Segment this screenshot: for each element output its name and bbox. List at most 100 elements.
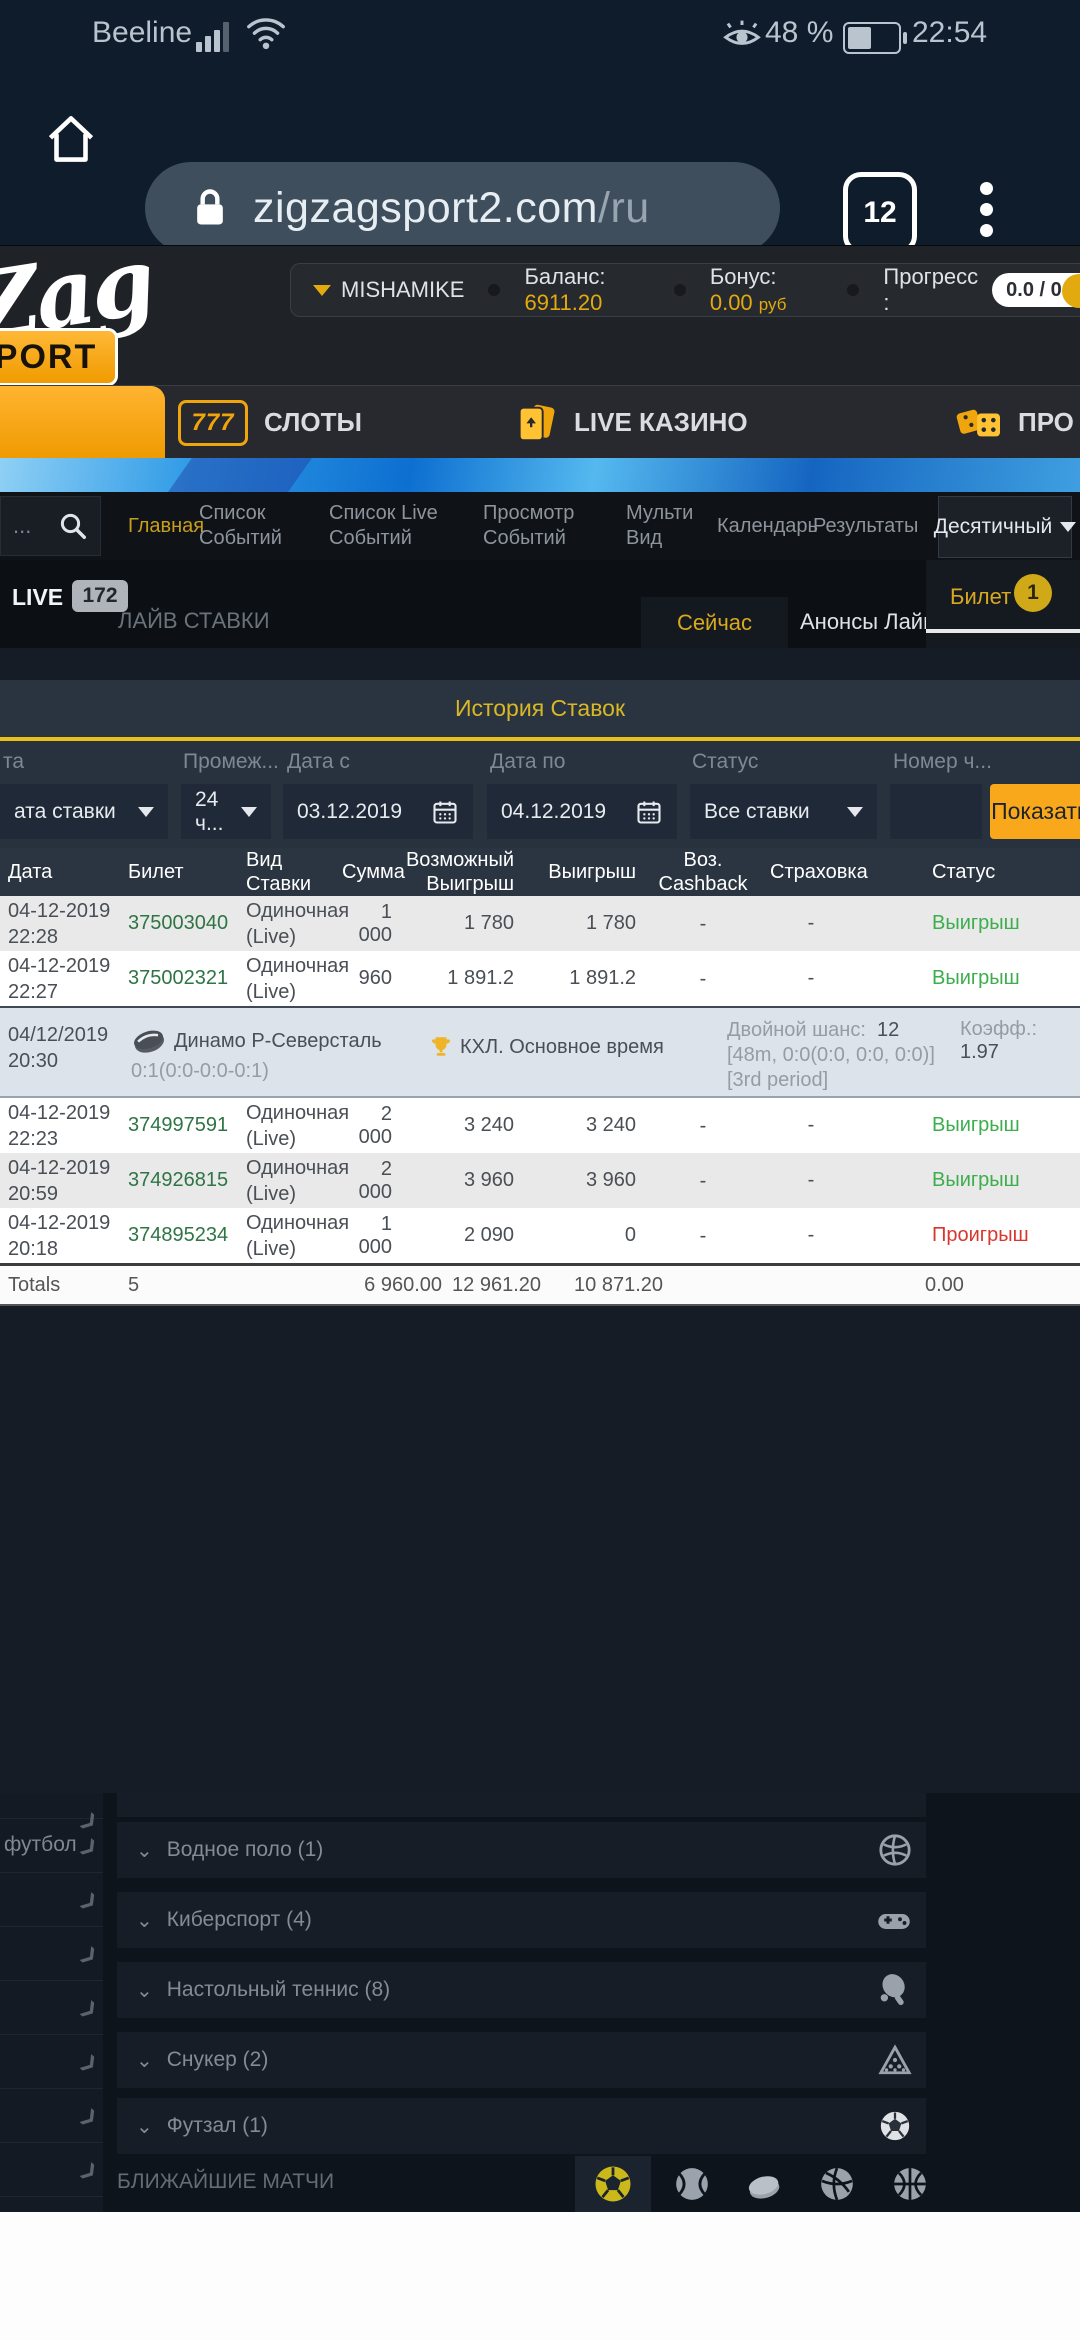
ticket-link[interactable]: 375003040 (120, 912, 238, 935)
dice-icon (956, 402, 1002, 444)
ticket-label: Билет (950, 584, 1011, 610)
date-type-select[interactable]: ата ставки (0, 784, 168, 839)
sport-row-futsal[interactable]: ⌄ Футзал (1) (117, 2098, 926, 2154)
table-header-row: Дата Билет Вид Ставки Сумма Возможный Вы… (0, 848, 1080, 896)
search-input[interactable]: ... (0, 496, 101, 556)
menu-item-calendar[interactable]: Календарь (717, 514, 818, 539)
tab-now[interactable]: Сейчас (641, 597, 788, 648)
ticket-number-input[interactable] (890, 784, 982, 839)
filter-from-label: Дата с (287, 750, 350, 774)
bet-detail-row[interactable]: 04/12/201920:30 Динамо Р-Северсталь 0:1(… (0, 1006, 1080, 1098)
signal-icon (196, 22, 229, 52)
page-title: История Ставок (455, 695, 625, 722)
carrier-label: Beeline (92, 16, 192, 50)
odds-format-select[interactable]: Десятичный (938, 496, 1072, 558)
sport-filter-tennis[interactable] (673, 2165, 711, 2203)
upcoming-matches-label: БЛИЖАЙШИЕ МАТЧИ (117, 2170, 334, 2194)
sports-sidebar: ❯ футбол❯ ❯ ❯ ❯ ❯ ❯ ❯ (0, 1793, 103, 2212)
url-text: zigzagsport2.com/ru (253, 184, 650, 233)
site-header: Zag PORT MISHAMIKE Баланс: 6911.20 Бонус… (0, 245, 1080, 386)
search-icon (58, 511, 88, 541)
sidebar-item[interactable]: ❯ (0, 2089, 103, 2143)
wifi-icon (244, 14, 288, 52)
table-tennis-icon (878, 1973, 912, 2007)
sidebar-item[interactable]: ❯ (0, 1981, 103, 2035)
account-menu[interactable]: MISHAMIKE (313, 277, 464, 303)
chevron-down-icon (138, 807, 154, 817)
history-filters: та Промеж... Дата с Дата по Статус Номер… (0, 741, 1080, 848)
filter-to-label: Дата по (490, 750, 565, 774)
chevron-down-icon: ⌄ (136, 1838, 153, 1863)
sport-row-esports[interactable]: ⌄ Киберспорт (4) (117, 1892, 926, 1948)
sidebar-item[interactable]: ❯ (0, 1793, 103, 1819)
filter-number-label: Номер ч... (893, 750, 992, 774)
bonus-label: Бонус: 0.00 руб (710, 264, 824, 316)
clock-label: 22:54 (912, 16, 987, 50)
username-label: MISHAMIKE (341, 277, 464, 303)
account-bar: MISHAMIKE Баланс: 6911.20 Бонус: 0.00 ру… (290, 263, 1080, 317)
menu-item-live-event-list[interactable]: Список Live Событий (329, 501, 454, 551)
active-nav-tab[interactable] (0, 386, 165, 459)
live-bets-toolbar: LIVE 172 ЛАЙВ СТАВКИ Сейчас Анонсы Лайв … (0, 560, 1080, 648)
sidebar-item[interactable]: ❯ (0, 2035, 103, 2089)
home-icon[interactable] (42, 110, 100, 168)
sport-filter-hockey[interactable] (745, 2171, 783, 2203)
chevron-down-icon (241, 807, 257, 817)
sidebar-item-football[interactable]: футбол❯ (0, 1819, 103, 1873)
menu-item-event-view[interactable]: Просмотр Событий (483, 501, 598, 551)
sidebar-item[interactable]: ❯ (0, 2143, 103, 2197)
status-select[interactable]: Все ставки (690, 784, 877, 839)
battery-icon (843, 22, 901, 54)
android-navigation-bar (0, 2212, 1080, 2340)
nav-item-promo[interactable]: ПРО (956, 386, 1074, 459)
filter-date-label: та (3, 750, 24, 774)
date-from-input[interactable]: 03.12.2019 (283, 784, 473, 839)
ticket-link[interactable]: 375002321 (120, 967, 238, 990)
tab-live-announcements[interactable]: Анонсы Лайв (800, 609, 935, 635)
section-title: ЛАЙВ СТАВКИ (118, 608, 270, 634)
sidebar-item[interactable]: ❯ (0, 1873, 103, 1927)
sport-filter-football[interactable] (575, 2156, 651, 2212)
sport-filter-basketball[interactable] (891, 2165, 929, 2203)
promo-banner[interactable] (0, 458, 1080, 492)
ticket-link[interactable]: 374895234 (120, 1224, 238, 1247)
sport-row-partial[interactable] (117, 1793, 926, 1817)
balance-label: Баланс: 6911.20 (524, 264, 649, 316)
menu-item-multi-view[interactable]: Мульти Вид (626, 501, 706, 551)
sportsbook-menu: ... Главная Список Событий Список Live С… (0, 492, 1080, 560)
status-bar: Beeline 48 % 22:54 (0, 0, 1080, 70)
slots-icon: 777 (178, 400, 248, 446)
sport-row-water-polo[interactable]: ⌄ Водное поло (1) (117, 1822, 926, 1878)
event-teams: Динамо Р-Северсталь (174, 1030, 382, 1053)
ticket-count-badge: 1 (1014, 574, 1052, 612)
menu-item-event-list[interactable]: Список Событий (199, 501, 299, 551)
sport-row-table-tennis[interactable]: ⌄ Настольный теннис (8) (117, 1962, 926, 2018)
nav-item-slots[interactable]: 777 СЛОТЫ (178, 386, 362, 459)
menu-item-home[interactable]: Главная (128, 514, 204, 539)
event-datetime: 04/12/201920:30 (8, 1022, 108, 1074)
snooker-icon (878, 2043, 912, 2077)
url-bar[interactable]: zigzagsport2.com/ru (145, 162, 780, 254)
nav-item-live-casino[interactable]: LIVE КАЗИНО (512, 386, 748, 459)
browser-menu-icon[interactable] (978, 174, 994, 244)
status-badge: Выигрыш (860, 967, 1080, 990)
ticket-link[interactable]: 374926815 (120, 1169, 238, 1192)
sport-filter-volleyball[interactable] (818, 2165, 856, 2203)
battery-percent-label: 48 % (765, 16, 833, 50)
calendar-icon[interactable] (431, 798, 459, 826)
show-button[interactable]: Показать (990, 784, 1080, 839)
water-polo-icon (878, 1833, 912, 1867)
date-to-input[interactable]: 04.12.2019 (487, 784, 677, 839)
menu-item-results[interactable]: Результаты (813, 514, 918, 539)
calendar-icon[interactable] (635, 798, 663, 826)
table-row: 04-12-201922:23 374997591 Одиночная (Liv… (0, 1098, 1080, 1153)
ticket-link[interactable]: 374997591 (120, 1114, 238, 1137)
live-label: LIVE (12, 584, 63, 611)
lock-icon (193, 186, 227, 230)
sidebar-item[interactable]: ❯ (0, 1927, 103, 1981)
eye-comfort-icon (722, 16, 762, 52)
bet-ticket-tab[interactable]: Билет 1 (926, 560, 1080, 648)
sport-row-snooker[interactable]: ⌄ Снукер (2) (117, 2032, 926, 2088)
tab-counter-button[interactable]: 12 (843, 172, 917, 254)
range-select[interactable]: 24 ч... (181, 784, 271, 839)
